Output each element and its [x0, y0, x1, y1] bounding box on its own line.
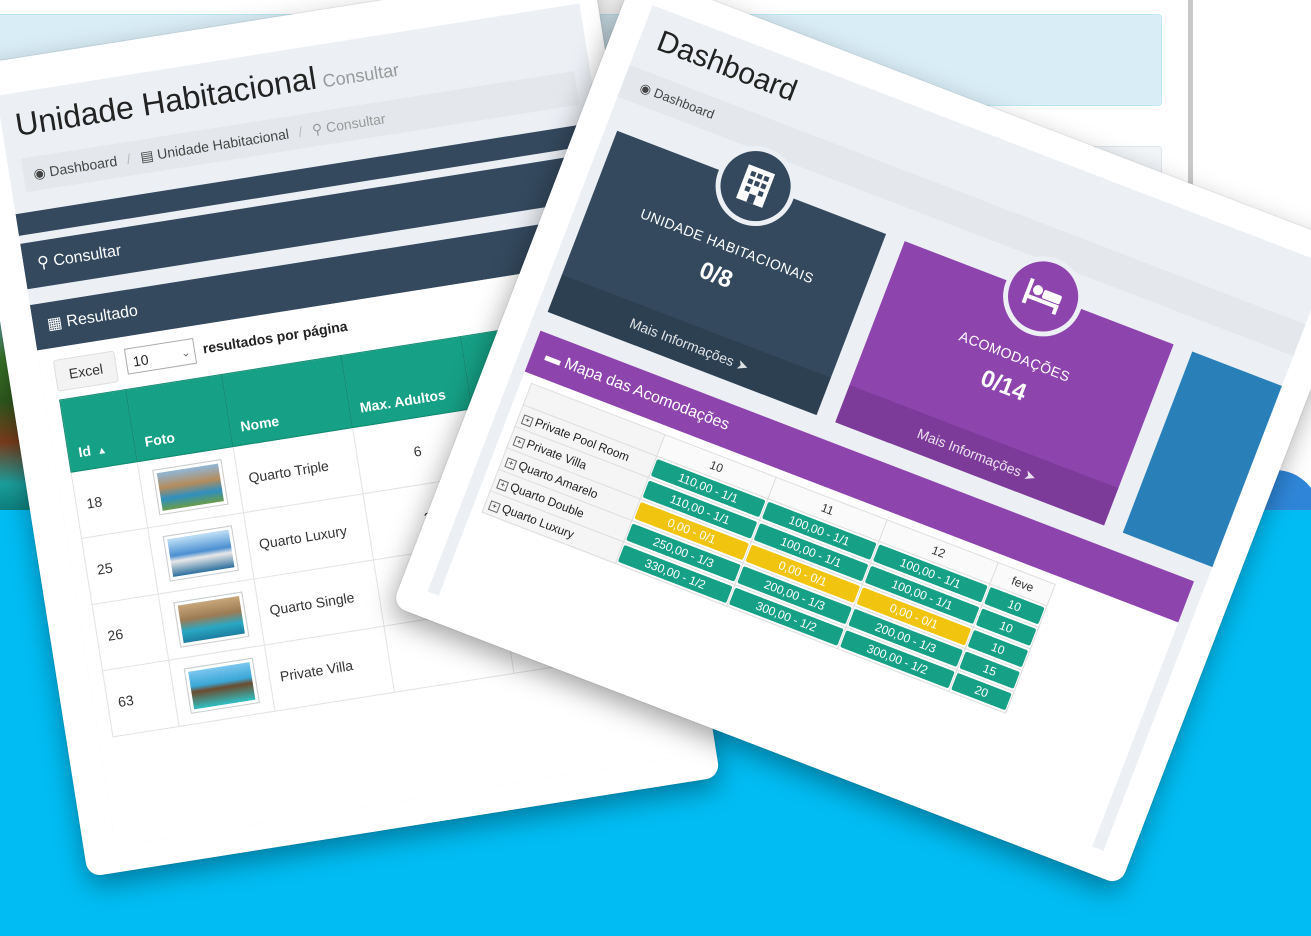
expand-icon[interactable]: + [496, 478, 510, 492]
arrow-circle-right-icon: ➤ [734, 355, 751, 375]
excel-button[interactable]: Excel [52, 350, 120, 392]
page-size-select[interactable]: 10 ⌄ [123, 337, 198, 375]
table-icon: ▦ [45, 314, 64, 334]
search-icon: ⚲ [36, 253, 51, 273]
room-photo [153, 460, 228, 515]
chevron-down-icon: ⌄ [180, 346, 192, 360]
breadcrumb-consultar: Consultar [324, 110, 387, 136]
cell-foto [168, 645, 275, 727]
breadcrumb-dashboard[interactable]: Dashboard [652, 85, 717, 122]
column-header-id[interactable]: Id ▲ [59, 389, 138, 473]
column-header-id-label: Id [77, 442, 93, 461]
cell-id: 25 [81, 527, 159, 605]
room-photo [174, 592, 249, 647]
breadcrumb-unidade[interactable]: Unidade Habitacional [156, 126, 290, 163]
building-icon: ▤ [139, 146, 155, 165]
expand-icon[interactable]: + [512, 435, 526, 449]
cell-id: 18 [71, 461, 148, 539]
breadcrumb-dashboard[interactable]: Dashboard [48, 153, 118, 180]
sort-asc-icon: ▲ [96, 444, 108, 458]
cell-id: 63 [102, 660, 180, 737]
dashboard-icon: ◉ [637, 79, 654, 98]
room-photo [184, 658, 259, 713]
page-subtitle: Consultar [321, 59, 401, 92]
expand-icon[interactable]: + [504, 457, 518, 471]
arrow-circle-right-icon: ➤ [1021, 466, 1039, 486]
more-info-label: Mais Informações [627, 314, 737, 370]
resultado-label: Resultado [65, 302, 140, 331]
room-photo [163, 526, 238, 581]
dashboard-icon: ◉ [32, 164, 47, 182]
consultar-label: Consultar [52, 242, 123, 270]
page-size-value: 10 [131, 351, 150, 370]
expand-icon[interactable]: + [487, 500, 501, 514]
bed-icon: ▬ [542, 347, 564, 370]
cell-id: 26 [92, 594, 169, 671]
expand-icon[interactable]: + [520, 414, 534, 428]
search-icon: ⚲ [310, 120, 324, 138]
more-info-label: Mais Informações [915, 425, 1024, 480]
per-page-label: resultados por página [201, 317, 349, 357]
